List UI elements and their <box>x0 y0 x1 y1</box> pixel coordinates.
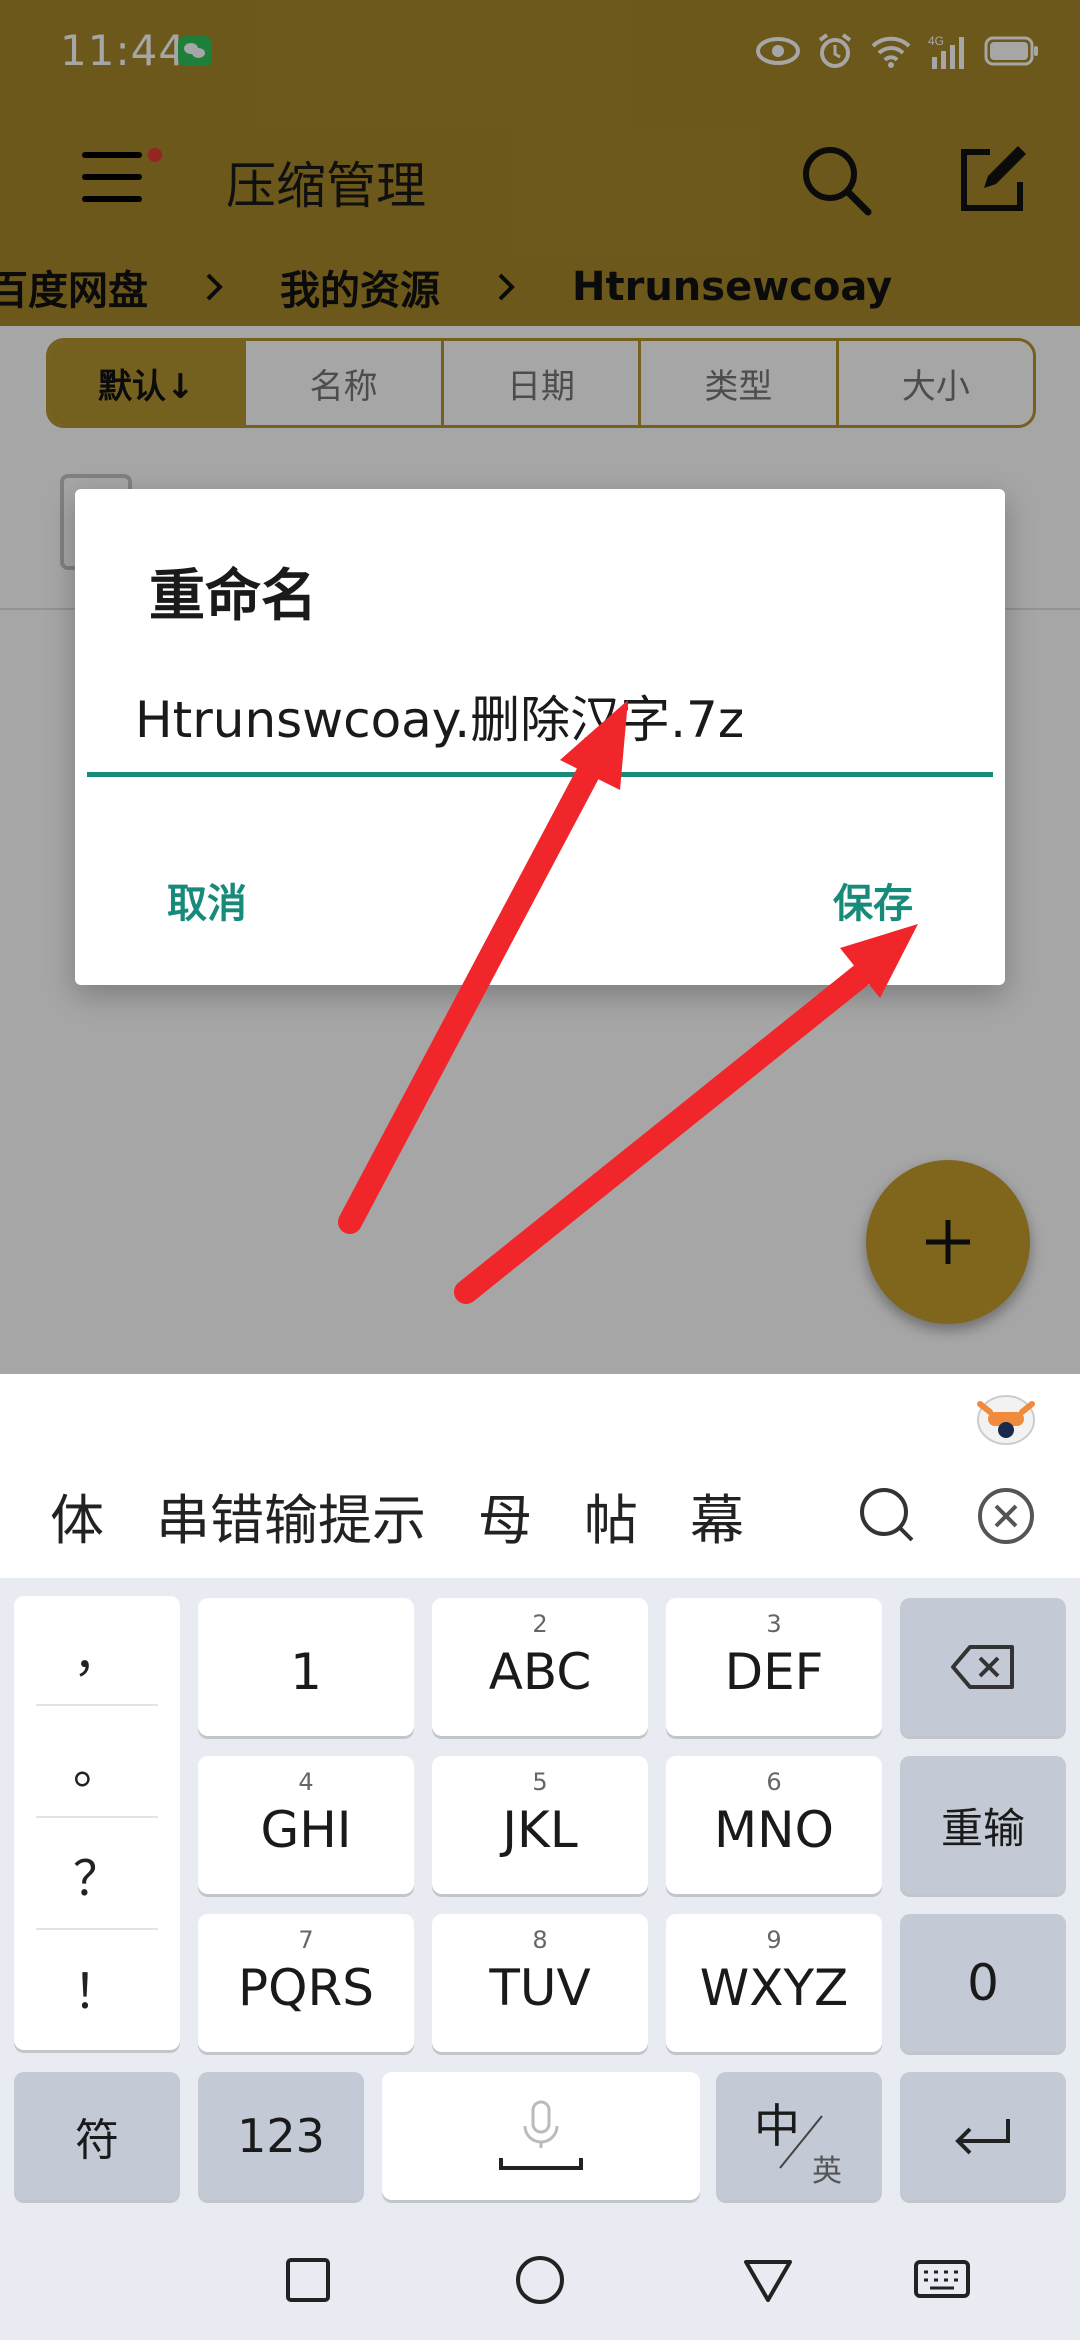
key-number: 7 <box>298 1926 314 1954</box>
key-label: WXYZ <box>699 1959 849 2017</box>
key-label: DEF <box>724 1643 824 1701</box>
key-1[interactable]: 1 <box>198 1598 414 1736</box>
key-number: 2 <box>532 1610 548 1638</box>
reset-key[interactable]: 重输 <box>900 1756 1066 1894</box>
key-jkl[interactable]: 5 JKL <box>432 1756 648 1894</box>
key-label: ABC <box>488 1643 592 1701</box>
rename-dialog: 重命名 取消 保存 <box>75 489 1005 985</box>
symbols-key[interactable]: 符 <box>14 2072 180 2200</box>
punctuation-key[interactable]: ， <box>36 1596 158 1706</box>
space-key[interactable] <box>382 2072 700 2200</box>
keyboard-hide-icon[interactable] <box>912 2250 972 2310</box>
key-label: 1 <box>290 1643 322 1701</box>
key-number: 4 <box>298 1768 314 1796</box>
key-label: TUV <box>489 1959 591 2017</box>
system-navigation-bar <box>0 2220 1080 2340</box>
candidate-word[interactable]: 帖 <box>584 1476 638 1555</box>
language-sub-label: 英 <box>812 2154 842 2189</box>
close-icon[interactable] <box>974 1484 1038 1548</box>
candidate-word[interactable]: 母 <box>478 1476 532 1555</box>
search-icon[interactable] <box>856 1484 920 1548</box>
save-button[interactable]: 保存 <box>833 871 913 929</box>
numbers-key[interactable]: 123 <box>198 2072 364 2200</box>
key-mno[interactable]: 6 MNO <box>666 1756 882 1894</box>
key-abc[interactable]: 2 ABC <box>432 1598 648 1736</box>
key-label: PQRS <box>238 1959 374 2017</box>
key-number: 6 <box>766 1768 782 1796</box>
microphone-icon <box>499 2100 583 2170</box>
backspace-key[interactable] <box>900 1598 1066 1736</box>
enter-icon <box>955 2119 1010 2155</box>
cancel-button[interactable]: 取消 <box>167 871 247 929</box>
key-number: 3 <box>766 1610 782 1638</box>
home-icon[interactable] <box>510 2250 570 2310</box>
candidate-word[interactable]: 串错输提示 <box>156 1476 426 1555</box>
key-label: MNO <box>714 1801 834 1859</box>
punctuation-key[interactable]: ！ <box>36 1932 158 2042</box>
recents-icon[interactable] <box>278 2250 338 2310</box>
language-switch-key[interactable]: 中 英 <box>716 2072 882 2200</box>
key-ghi[interactable]: 4 GHI <box>198 1756 414 1894</box>
key-pqrs[interactable]: 7 PQRS <box>198 1914 414 2052</box>
key-number: 8 <box>532 1926 548 1954</box>
keyboard-mascot-icon[interactable] <box>974 1384 1038 1448</box>
key-def[interactable]: 3 DEF <box>666 1598 882 1736</box>
enter-key[interactable] <box>900 2072 1066 2200</box>
key-number: 9 <box>766 1926 782 1954</box>
key-number: 5 <box>532 1768 548 1796</box>
punctuation-key[interactable]: ？ <box>36 1820 158 1930</box>
backspace-icon <box>951 1645 1014 1689</box>
key-label: JKL <box>502 1801 578 1859</box>
key-wxyz[interactable]: 9 WXYZ <box>666 1914 882 2052</box>
candidate-list: 体 串错输提示 母 帖 幕 <box>0 1470 860 1560</box>
key-0[interactable]: 0 <box>900 1914 1066 2052</box>
punctuation-column: ， 。 ？ ！ <box>14 1596 180 2050</box>
punctuation-key[interactable]: 。 <box>36 1708 158 1818</box>
key-label: GHI <box>260 1801 352 1859</box>
candidate-word[interactable]: 幕 <box>690 1476 744 1555</box>
dialog-title: 重命名 <box>149 564 317 629</box>
back-icon[interactable] <box>738 2250 798 2310</box>
rename-input[interactable] <box>87 659 993 777</box>
key-tuv[interactable]: 8 TUV <box>432 1914 648 2052</box>
candidate-word[interactable]: 体 <box>50 1476 104 1555</box>
